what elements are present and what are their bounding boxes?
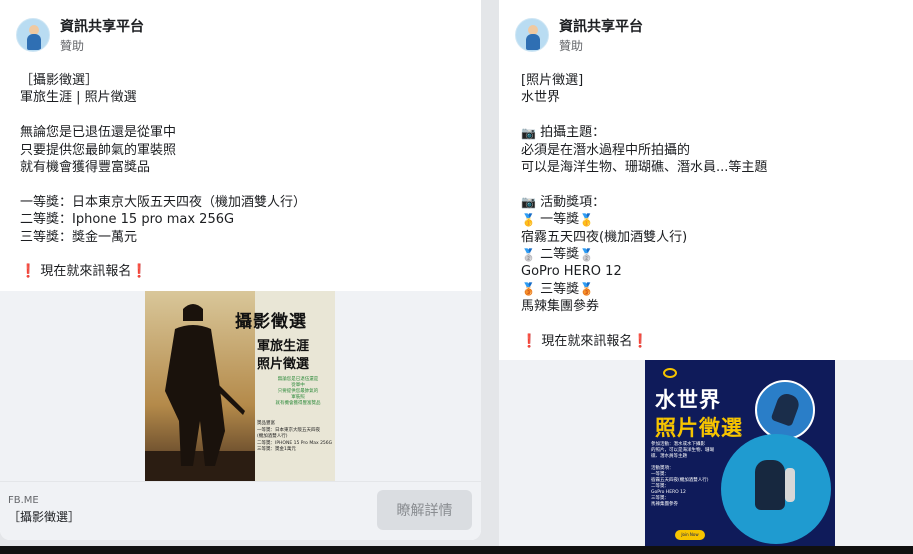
page-meta: 資訊共享平台 贊助 xyxy=(559,18,643,55)
body-line: 拍攝主題： xyxy=(540,125,606,141)
poster-title: 攝影徵選 xyxy=(235,312,307,332)
silver-medal-icon: 🥈 xyxy=(521,247,536,262)
body-line: 二等獎：Iphone 15 pro max 256G xyxy=(20,212,235,228)
camera-icon: 📷 xyxy=(521,195,536,210)
body-line: 只要提供您最帥氣的軍裝照 xyxy=(20,142,177,158)
body-line: 活動獎項： xyxy=(540,194,606,210)
body-line: 軍旅生涯 | 照片徵選 xyxy=(20,90,137,106)
exclamation-icon: ❗ xyxy=(521,334,538,350)
body-line: 宿霧五天四夜(機加酒雙人行) xyxy=(521,229,688,245)
page-name[interactable]: 資訊共享平台 xyxy=(559,18,643,36)
page-avatar[interactable] xyxy=(515,18,549,52)
join-now-button: Join Now xyxy=(675,530,705,540)
post-body: [照片徵選] 水世界 📷 拍攝主題： 必須是在潛水過程中所拍攝的 可以是海洋生物… xyxy=(521,72,767,351)
air-tank xyxy=(785,468,795,502)
body-line: 一等獎：日本東京大阪五天四夜（機加酒雙人行） xyxy=(20,194,307,210)
ad-image-underwater[interactable]: 水世界 照片徵選 參加活動：潛水或水下攝影 的照片，可以是海洋生物、珊瑚 礁、潛… xyxy=(645,360,835,554)
camera-icon: 📷 xyxy=(521,125,536,140)
bronze-medal-icon: 🥉 xyxy=(579,282,595,297)
gold-medal-icon: 🥇 xyxy=(521,212,536,227)
poster-subtitle: 軍旅生涯 xyxy=(257,339,310,354)
link-title: ［攝影徵選］ xyxy=(8,510,81,524)
snorkel-logo-icon xyxy=(663,368,677,378)
poster-title: 水世界 xyxy=(655,387,721,412)
post-body: ［攝影徵選］ 軍旅生涯 | 照片徵選 無論您是已退伍還是從軍中 只要提供您最帥氣… xyxy=(20,72,306,281)
body-line: [照片徵選] xyxy=(521,73,584,88)
sponsored-label[interactable]: 贊助 xyxy=(559,37,643,55)
body-line: 現在就來訊報名 xyxy=(541,334,633,350)
poster-subtitle: 照片徵選 xyxy=(257,357,310,372)
sponsored-label[interactable]: 贊助 xyxy=(60,37,144,55)
poster-prizes: 獎品豐富 一等獎：日本東京大阪五天四夜 (機加酒雙人行) 二等獎：IPHONE … xyxy=(257,421,333,452)
body-line: 馬辣集團參券 xyxy=(521,299,600,315)
body-line: ［攝影徵選］ xyxy=(20,73,99,88)
body-line: 二等獎 xyxy=(540,247,580,263)
exclamation-icon: ❗ xyxy=(632,334,649,350)
exclamation-icon: ❗ xyxy=(131,264,148,280)
bronze-medal-icon: 🥉 xyxy=(521,282,536,297)
learn-more-button[interactable]: 瞭解詳情 xyxy=(377,490,472,530)
poster-subtitle: 照片徵選 xyxy=(655,415,743,440)
body-line: 一等獎 xyxy=(540,212,580,228)
poster-description: 參加活動：潛水或水下攝影 的照片，可以是海洋生物、珊瑚 礁、潛水員等主題 活動獎… xyxy=(651,442,714,507)
ad-image-military[interactable]: 攝影徵選 軍旅生涯 照片徵選 無論您是已退伍還是 從軍中 只要提供您最帥氣的 軍… xyxy=(145,291,335,481)
gold-medal-icon: 🥇 xyxy=(579,212,595,227)
diver-figure xyxy=(755,460,785,510)
body-line: 必須是在潛水過程中所拍攝的 xyxy=(521,142,691,158)
post-header: 資訊共享平台 贊助 xyxy=(16,18,144,58)
body-line: 就有機會獲得豐富獎品 xyxy=(20,160,151,176)
body-line: 三等獎：獎金一萬元 xyxy=(20,229,138,245)
silver-medal-icon: 🥈 xyxy=(579,247,595,262)
page-avatar[interactable] xyxy=(16,18,50,52)
body-line: 現在就來訊報名 xyxy=(40,264,132,280)
body-line: 三等獎 xyxy=(540,281,580,297)
page-name[interactable]: 資訊共享平台 xyxy=(60,18,144,36)
bottom-edge xyxy=(0,546,913,554)
poster-description: 無論您是已退伍還是 從軍中 只要提供您最帥氣的 軍裝照 就有機會獲得豐富獎品 xyxy=(275,377,321,406)
exclamation-icon: ❗ xyxy=(20,264,37,280)
body-line: 水世界 xyxy=(521,90,561,106)
page-meta: 資訊共享平台 贊助 xyxy=(60,18,144,55)
post-header: 資訊共享平台 贊助 xyxy=(515,18,643,58)
body-line: GoPro HERO 12 xyxy=(521,264,622,280)
link-domain: FB.ME xyxy=(8,495,39,506)
link-preview[interactable]: FB.ME ［攝影徵選］ 瞭解詳情 xyxy=(0,481,481,540)
body-line: 無論您是已退伍還是從軍中 xyxy=(20,125,177,141)
body-line: 可以是海洋生物、珊瑚礁、潛水員...等主題 xyxy=(521,160,768,176)
